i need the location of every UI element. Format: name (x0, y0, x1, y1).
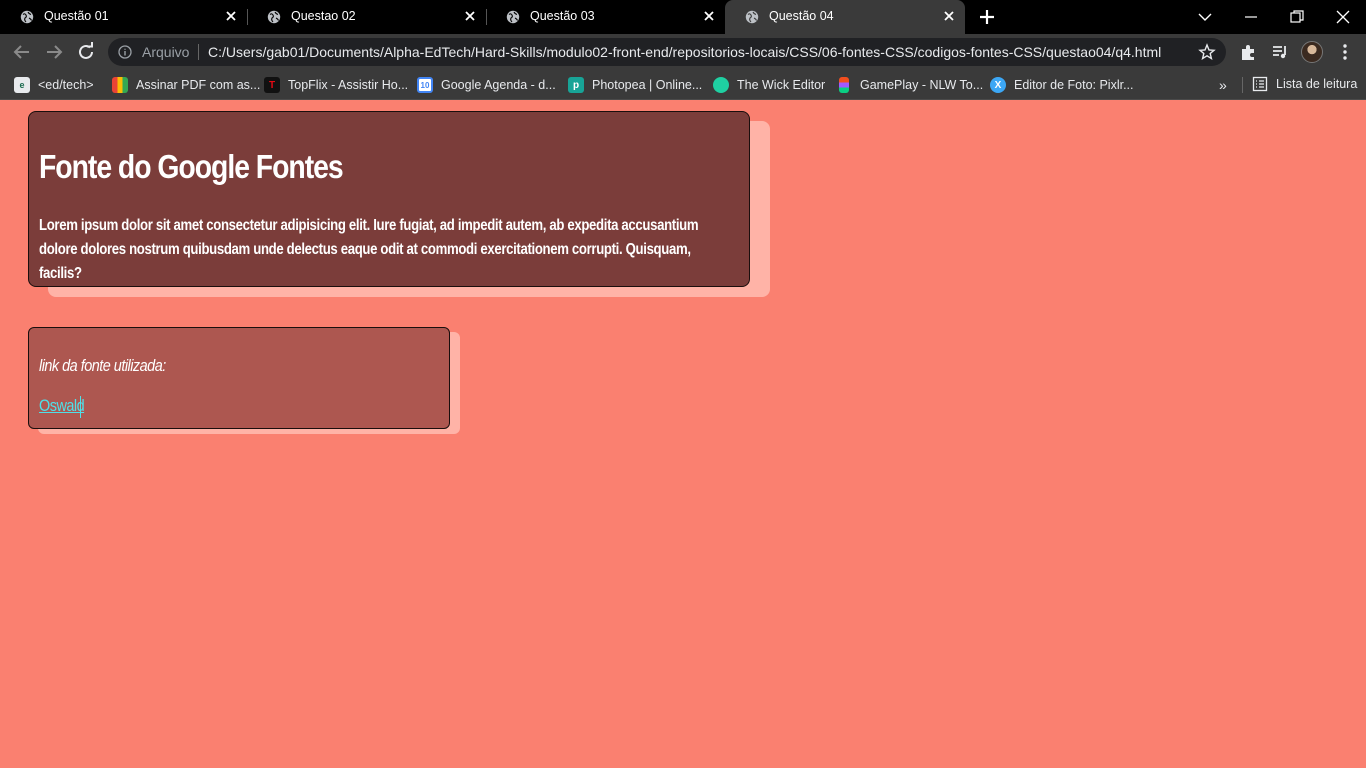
page-title: Fonte do Google Fontes (39, 148, 344, 185)
bookmark-assinar-pdf[interactable]: Assinar PDF com as... (112, 76, 260, 94)
globe-icon (506, 10, 520, 24)
bookmarks-bar: e <ed/tech> Assinar PDF com as... T TopF… (0, 70, 1366, 100)
bookmark-wick-editor[interactable]: The Wick Editor (713, 76, 825, 94)
close-icon[interactable] (941, 8, 957, 24)
tab-title: Questão 04 (769, 9, 834, 23)
oswald-font-link[interactable]: Oswald (39, 396, 85, 416)
bookmark-label: Editor de Foto: Pixlr... (1014, 78, 1134, 92)
tab-title: Questão 03 (530, 9, 595, 23)
google-calendar-icon: 10 (417, 77, 433, 93)
media-playlist-icon[interactable] (1270, 42, 1290, 62)
reading-list-icon (1252, 76, 1268, 92)
topflix-icon: T (264, 77, 280, 93)
globe-icon (20, 10, 34, 24)
wick-editor-icon (713, 77, 729, 93)
address-bar[interactable]: Arquivo C:/Users/gab01/Documents/Alpha-E… (108, 38, 1226, 66)
bookmark-topflix[interactable]: T TopFlix - Assistir Ho... (264, 76, 408, 94)
bookmark-star-icon[interactable] (1198, 43, 1216, 61)
tab-questao-04[interactable]: Questão 04 (725, 0, 965, 34)
bookmark-label: GamePlay - NLW To... (860, 78, 984, 92)
globe-icon (745, 10, 759, 24)
bookmark-google-agenda[interactable]: 10 Google Agenda - d... (417, 76, 556, 94)
back-arrow-icon[interactable] (10, 40, 34, 64)
info-icon[interactable] (118, 45, 132, 59)
tab-search-chevron-icon[interactable] (1194, 6, 1216, 28)
bookmark-gameplay[interactable]: GamePlay - NLW To... (836, 76, 983, 94)
bookmark-label: The Wick Editor (737, 78, 826, 92)
font-link-card: link da fonte utilizada: Oswald (28, 327, 450, 429)
font-link-label: link da fonte utilizada: (39, 356, 166, 375)
bookmark-edtech[interactable]: e <ed/tech> (14, 76, 94, 94)
security-label: Arquivo (142, 44, 190, 60)
restore-icon[interactable] (1286, 6, 1308, 28)
reading-list-label: Lista de leitura (1276, 77, 1358, 91)
new-tab-icon[interactable] (977, 7, 997, 27)
pdf-sign-icon (112, 77, 128, 93)
tab-questao-01[interactable]: Questão 01 (0, 0, 247, 34)
bookmark-label: <ed/tech> (38, 78, 94, 92)
browser-toolbar: Arquivo C:/Users/gab01/Documents/Alpha-E… (0, 34, 1366, 70)
tab-strip: Questão 01 Questao 02 Questão 03 Questão… (0, 0, 1366, 34)
close-icon[interactable] (462, 8, 478, 24)
close-icon[interactable] (223, 8, 239, 24)
lorem-paragraph: Lorem ipsum dolor sit amet consectetur a… (39, 217, 699, 282)
menu-kebab-icon[interactable] (1335, 42, 1355, 62)
edtech-icon: e (14, 77, 30, 93)
figma-icon (839, 77, 849, 93)
forward-arrow-icon[interactable] (42, 40, 66, 64)
photopea-icon: p (568, 77, 584, 93)
reload-icon[interactable] (74, 40, 98, 64)
page-viewport: Fonte do Google Fontes Lorem ipsum dolor… (0, 101, 1366, 768)
profile-avatar[interactable] (1301, 41, 1323, 63)
minimize-icon[interactable] (1240, 6, 1262, 28)
close-window-icon[interactable] (1332, 6, 1354, 28)
bookmarks-divider (1242, 77, 1243, 93)
extensions-puzzle-icon[interactable] (1238, 42, 1258, 62)
pixlr-icon: X (990, 77, 1006, 93)
bookmark-label: Assinar PDF com as... (136, 78, 261, 92)
tab-questao-02[interactable]: Questao 02 (247, 0, 486, 34)
bookmark-label: Google Agenda - d... (441, 78, 556, 92)
text-cursor (80, 396, 81, 418)
bookmark-label: Photopea | Online... (592, 78, 703, 92)
globe-icon (267, 10, 281, 24)
bookmark-pixlr[interactable]: X Editor de Foto: Pixlr... (990, 76, 1134, 94)
font-showcase-card: Fonte do Google Fontes Lorem ipsum dolor… (28, 111, 750, 287)
bookmark-photopea[interactable]: p Photopea | Online... (568, 76, 702, 94)
tab-questao-03[interactable]: Questão 03 (486, 0, 725, 34)
more-bookmarks-chevron-icon[interactable]: » (1219, 77, 1227, 93)
bookmark-label: TopFlix - Assistir Ho... (288, 78, 409, 92)
reading-list-button[interactable]: Lista de leitura (1252, 76, 1357, 92)
address-divider (198, 44, 199, 60)
close-icon[interactable] (701, 8, 717, 24)
tab-title: Questao 02 (291, 9, 356, 23)
url-text[interactable]: C:/Users/gab01/Documents/Alpha-EdTech/Ha… (208, 44, 1161, 60)
tab-title: Questão 01 (44, 9, 109, 23)
